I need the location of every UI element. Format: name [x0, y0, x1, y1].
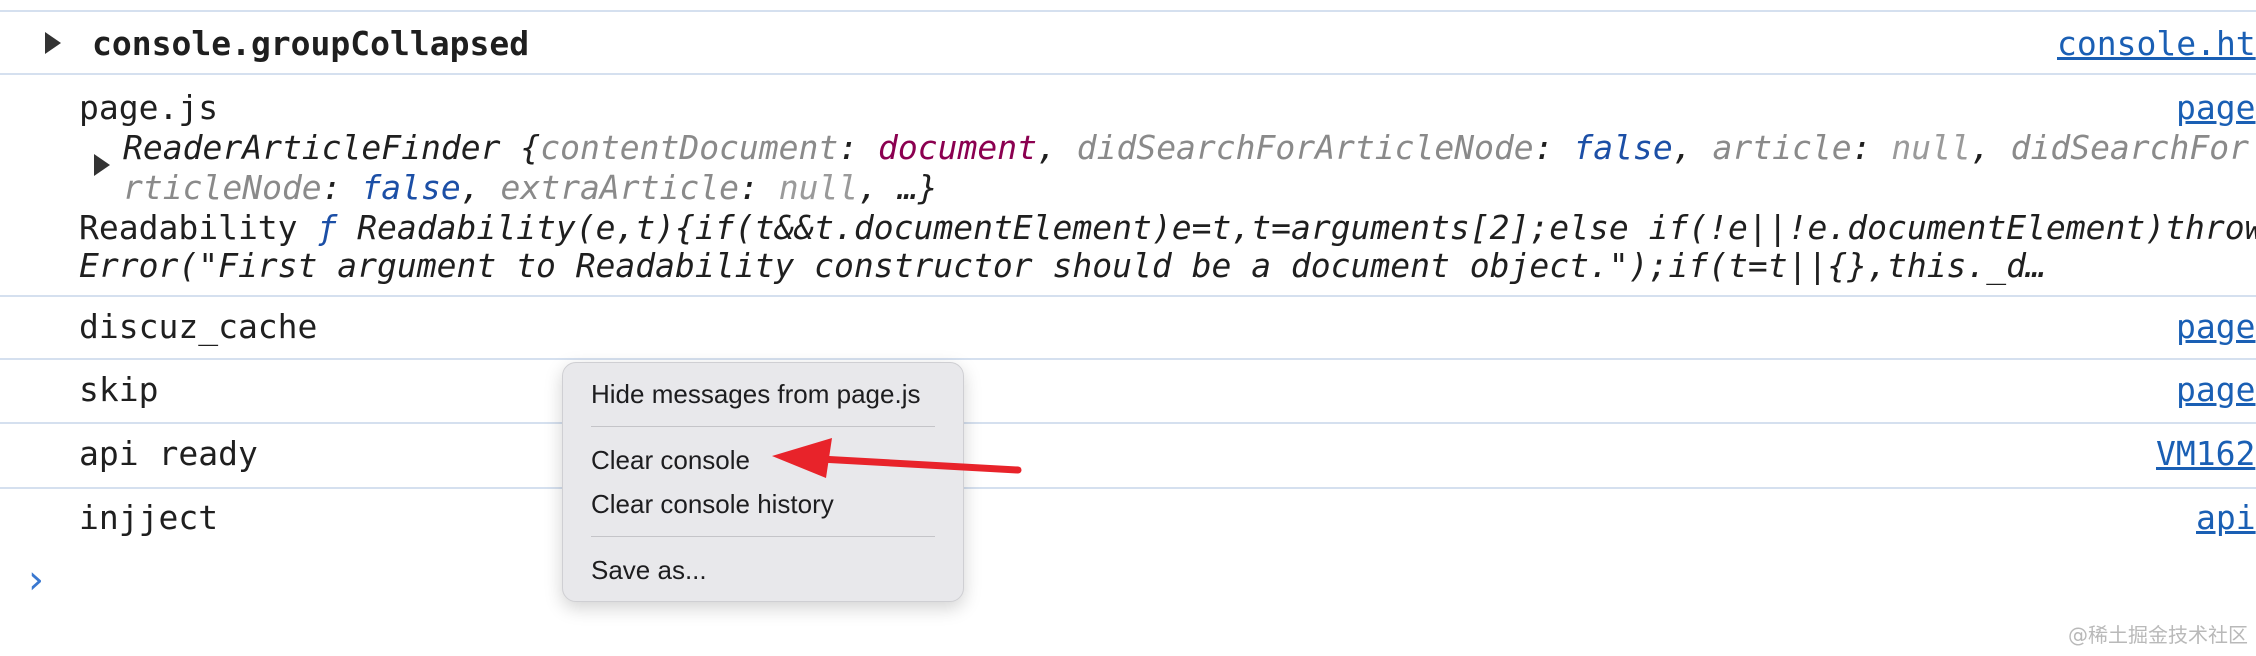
object-preview[interactable]: ReaderArticleFinder {contentDocument: do… — [123, 128, 2249, 167]
function-preview-cont: Error("First argument to Readability con… — [79, 246, 2046, 285]
divider — [0, 358, 2256, 360]
divider — [0, 10, 2256, 12]
divider — [0, 422, 2256, 424]
prompt-chevron-icon: › — [28, 557, 44, 603]
message-text: discuz_cache — [79, 307, 318, 346]
menu-separator — [591, 426, 935, 427]
annotation-arrow-icon — [772, 438, 1022, 478]
console-message: skip page — [0, 368, 2256, 420]
console-message: api ready VM162 — [0, 432, 2256, 484]
source-link[interactable]: page — [2176, 307, 2255, 346]
source-link[interactable]: api — [2196, 498, 2256, 537]
menu-item-clear-history[interactable]: Clear console history — [591, 489, 834, 520]
source-link[interactable]: page — [2176, 88, 2255, 127]
message-text: api ready — [79, 434, 258, 473]
divider — [0, 73, 2256, 75]
menu-item-clear-console[interactable]: Clear console — [591, 445, 750, 476]
menu-separator — [591, 536, 935, 537]
watermark: @稀土掘金技术社区 — [2068, 623, 2248, 647]
console-prompt[interactable]: › — [28, 560, 68, 604]
group-title: console.groupCollapsed — [92, 24, 530, 63]
expand-object-icon[interactable] — [94, 154, 110, 176]
console-message: page.js page ReaderArticleFinder {conten… — [0, 84, 2256, 294]
divider — [0, 295, 2256, 297]
console-message: injject api — [0, 496, 2256, 548]
source-link[interactable]: page — [2176, 370, 2255, 409]
message-label: page.js — [79, 88, 219, 127]
menu-item-save-as[interactable]: Save as... — [591, 555, 707, 586]
source-link[interactable]: console.ht — [2057, 24, 2256, 63]
console-group-row[interactable]: console.groupCollapsed console.ht — [0, 18, 2256, 74]
expand-triangle-icon[interactable] — [45, 32, 61, 54]
message-text: injject — [79, 498, 219, 537]
object-preview-cont: rticleNode: false, extraArticle: null, …… — [123, 168, 938, 207]
source-link[interactable]: VM162 — [2156, 434, 2255, 473]
message-text: skip — [79, 370, 159, 409]
menu-item-hide-messages[interactable]: Hide messages from page.js — [591, 379, 920, 410]
function-preview[interactable]: Readability ƒ Readability(e,t){if(t&&t.d… — [79, 208, 2256, 247]
console-message: discuz_cache page — [0, 305, 2256, 357]
divider — [0, 487, 2256, 489]
